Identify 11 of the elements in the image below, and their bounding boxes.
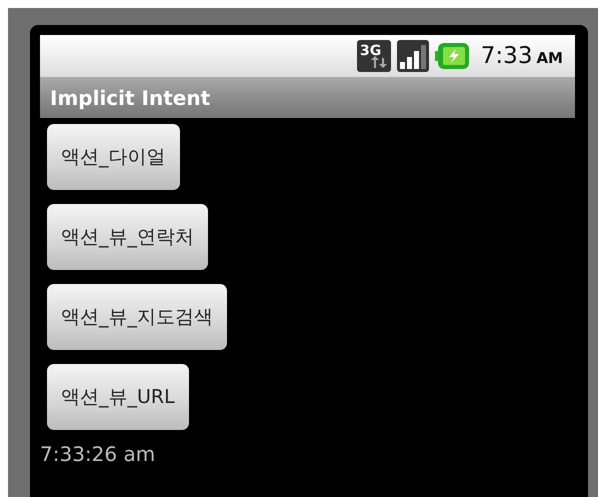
- clock-time: 7:33: [480, 43, 532, 69]
- action-button[interactable]: 액션_뷰_연락처: [47, 204, 208, 270]
- app-title: Implicit Intent: [50, 86, 210, 110]
- clock-text: 7:33:26 am: [40, 442, 156, 466]
- battery-charging-icon: [434, 43, 469, 69]
- clock-ampm: AM: [536, 49, 563, 67]
- network-type-label: 3G: [360, 43, 382, 59]
- signal-icon: [396, 40, 429, 72]
- action-button[interactable]: 액션_뷰_URL: [47, 364, 189, 430]
- action-button[interactable]: 액션_뷰_지도검색: [47, 284, 227, 350]
- action-button[interactable]: 액션_다이얼: [47, 124, 180, 190]
